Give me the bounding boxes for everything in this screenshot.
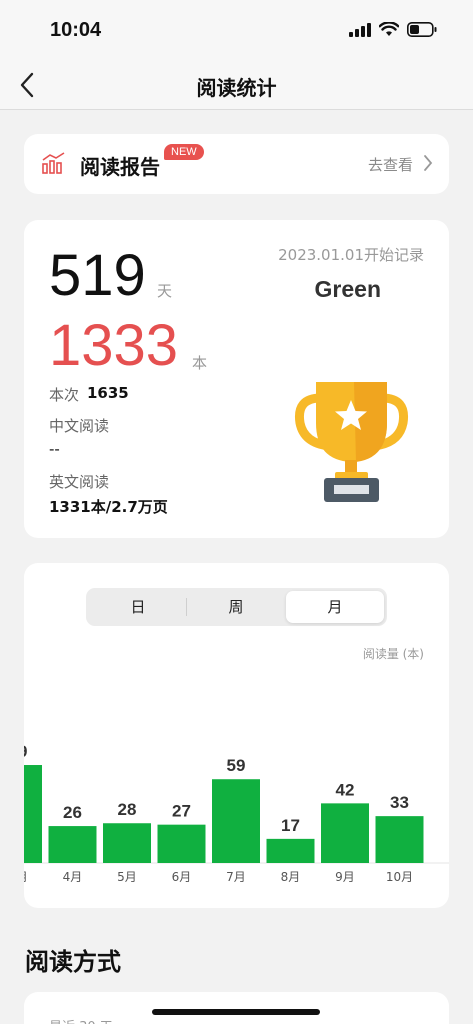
record-start-date: 2023.01.01开始记录 bbox=[278, 246, 424, 264]
chart-tick-label: 9月 bbox=[335, 870, 355, 884]
chart-bar[interactable] bbox=[266, 838, 315, 863]
chart-bar[interactable] bbox=[157, 824, 206, 863]
reading-report-card[interactable]: 阅读报告 NEW 去查看 bbox=[24, 134, 449, 194]
chart-data-label: 27 bbox=[172, 802, 191, 821]
chart-bar[interactable] bbox=[212, 779, 260, 863]
chart-data-label: 42 bbox=[336, 780, 355, 799]
chart-tick-label: 4月 bbox=[63, 870, 83, 884]
reading-mode-card: 最近 30 天 bbox=[24, 992, 449, 1024]
current-label: 本次 bbox=[49, 386, 80, 404]
view-report-link[interactable]: 去查看 bbox=[368, 154, 413, 175]
cellular-signal-icon bbox=[349, 22, 371, 37]
chart-tick-label: 6月 bbox=[172, 870, 192, 884]
chart-data-label: 26 bbox=[63, 803, 82, 822]
chart-tick-label: 8月 bbox=[281, 870, 301, 884]
home-indicator[interactable] bbox=[152, 1009, 320, 1015]
report-title: 阅读报告 bbox=[80, 155, 160, 179]
wifi-icon bbox=[379, 22, 399, 36]
chart-trend-icon bbox=[42, 152, 65, 174]
reading-mode-title: 阅读方式 bbox=[25, 948, 121, 976]
chart-bar[interactable] bbox=[103, 823, 151, 863]
chart-data-label: 33 bbox=[390, 793, 409, 812]
new-badge: NEW bbox=[164, 144, 204, 160]
chart-tick-label: 5月 bbox=[117, 870, 137, 884]
nav-bar: 阅读统计 bbox=[0, 60, 473, 110]
chart-data-label: 69 bbox=[24, 742, 27, 761]
trophy-icon bbox=[294, 382, 409, 502]
english-reading-label: 英文阅读 bbox=[49, 473, 110, 491]
reading-days-value: 519 bbox=[49, 243, 146, 308]
battery-icon bbox=[407, 22, 437, 37]
status-time: 10:04 bbox=[50, 19, 102, 41]
chart-tick-label: 3月 bbox=[24, 870, 28, 884]
chart-bar[interactable] bbox=[24, 765, 42, 863]
chart-bar[interactable] bbox=[48, 826, 97, 863]
chart-data-label: 59 bbox=[227, 756, 246, 775]
status-icons bbox=[349, 22, 437, 37]
username: Green bbox=[314, 276, 381, 302]
current-value: 1635 bbox=[87, 384, 129, 402]
english-reading-value: 1331本/2.7万页 bbox=[49, 498, 168, 516]
books-unit: 本 bbox=[192, 354, 208, 372]
page-title: 阅读统计 bbox=[196, 76, 277, 100]
chinese-reading-value: -- bbox=[49, 440, 60, 458]
monthly-bar-chart: 69 3月 26 4月 28 5月 27 6月 59 7月 17 8月 42 9月 33 10月 bbox=[24, 742, 449, 884]
reading-stats-card: 519 天 1333 本 本次 1635 中文阅读 -- 英文阅读 1331本/… bbox=[24, 220, 449, 538]
chinese-reading-label: 中文阅读 bbox=[49, 417, 110, 435]
status-bar: 10:04 bbox=[0, 0, 473, 60]
days-unit: 天 bbox=[157, 282, 173, 300]
books-count-value: 1333 bbox=[49, 313, 179, 378]
chart-data-label: 28 bbox=[118, 800, 137, 819]
recent-30-days-label: 最近 30 天 bbox=[49, 1016, 113, 1024]
chart-bar[interactable] bbox=[375, 816, 424, 863]
chart-tick-label: 7月 bbox=[226, 870, 246, 884]
chart-data-label: 17 bbox=[281, 816, 300, 835]
chart-bar[interactable] bbox=[321, 803, 369, 863]
chart-tick-label: 10月 bbox=[386, 870, 413, 884]
chevron-right-icon bbox=[424, 155, 433, 171]
reading-chart-card: 日 周 月 阅读量 (本) 693月264月285月276月597月178月42… bbox=[24, 563, 449, 908]
